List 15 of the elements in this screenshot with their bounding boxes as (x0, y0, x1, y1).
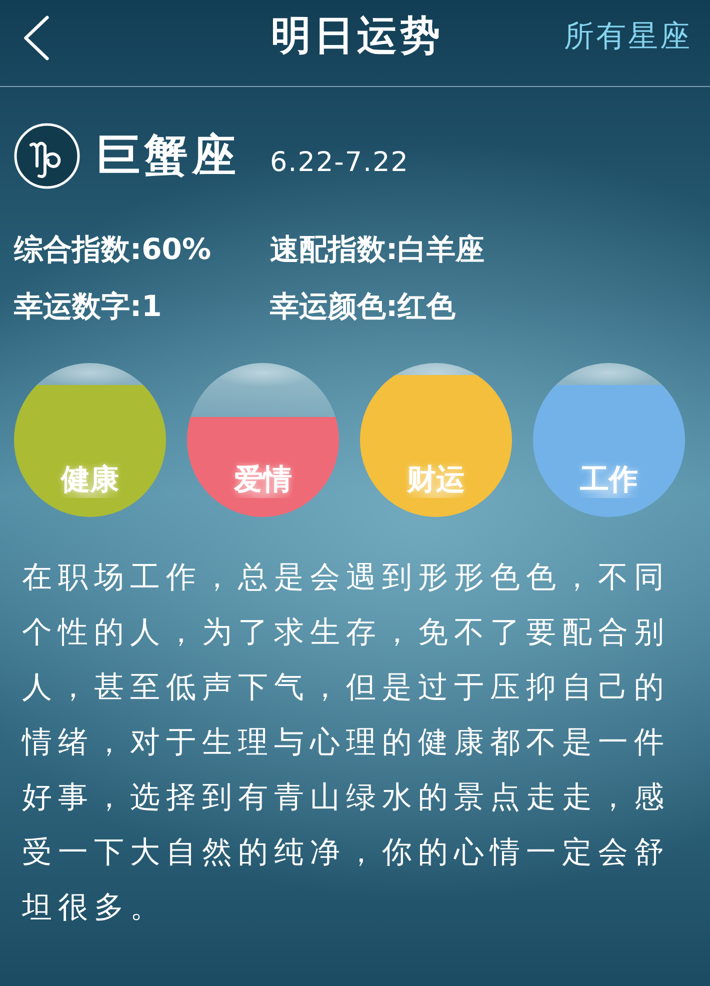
back-icon[interactable] (22, 15, 50, 61)
fortune-description: 在职场工作，总是会遇到形形色色，不同个性的人，为了求生存，免不了要配合别人，甚至低声下气，但是过于压抑自己的情绪，对于生理与心理的健康都不是一件好事，选择到有青山绿水的景点走走，感受一下大自然的纯净，你的心情一定会舒坦很多。 (22, 559, 671, 927)
stat-text: 综合指数:60% (14, 231, 212, 268)
meter-track[interactable]: 爱情 (187, 363, 339, 517)
meter-track[interactable]: 财运 (360, 363, 512, 517)
stat-text: 幸运数字:1 (14, 288, 162, 325)
sign-dates: 6.22-7.22 (270, 146, 409, 180)
meter-track[interactable]: 工作 (533, 363, 685, 517)
sign-name: 巨蟹座 (96, 130, 240, 182)
stat-text: 幸运颜色:红色 (270, 288, 456, 325)
all-signs-link[interactable]: 所有星座 (564, 15, 692, 59)
zodiac-symbol-icon (14, 123, 80, 189)
page-title: 明日运势 (271, 12, 443, 60)
stat-text: 速配指数:白羊座 (270, 231, 485, 268)
meter-track[interactable]: 健康 (14, 363, 166, 517)
